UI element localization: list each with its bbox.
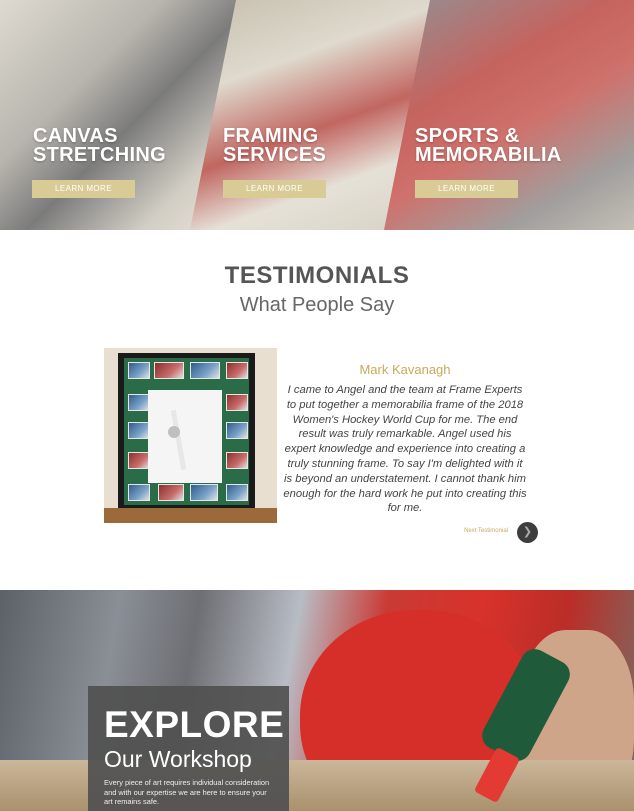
testimonials-title: TESTIMONIALS <box>224 262 410 289</box>
testimonials-subtitle: What People Say <box>239 294 395 316</box>
service-title-line: STRETCHING <box>33 144 166 166</box>
framing-services-learn-more-button[interactable]: LEARN MORE <box>223 180 326 198</box>
services-strip: CANVAS STRETCHING LEARN MORE FRAMING SER… <box>0 0 634 230</box>
testimonials-heading: TESTIMONIALS What People Say <box>0 262 634 317</box>
service-title-line: MEMORABILIA <box>415 144 562 166</box>
explore-subtitle: Our Workshop <box>104 746 252 772</box>
sports-memorabilia-title[interactable]: SPORTS & MEMORABILIA <box>415 126 562 166</box>
testimonial-author: Mark Kavanagh <box>359 362 451 377</box>
testimonial-content: Mark Kavanagh I came to Angel and the te… <box>282 362 528 516</box>
canvas-stretching-learn-more-button[interactable]: LEARN MORE <box>32 180 135 198</box>
framing-services-title[interactable]: FRAMING SERVICES <box>223 126 327 166</box>
explore-description: Every piece of art requires individual c… <box>104 778 270 806</box>
explore-workshop-box[interactable]: EXPLORE Our Workshop Every piece of art … <box>88 686 289 811</box>
next-testimonial-label[interactable]: Next Testimonial <box>464 528 508 534</box>
testimonial-quote: I came to Angel and the team at Frame Ex… <box>283 384 527 515</box>
explore-title: EXPLORE <box>104 704 285 745</box>
service-title-line: SERVICES <box>223 144 327 166</box>
canvas-stretching-title[interactable]: CANVAS STRETCHING <box>33 126 166 166</box>
next-testimonial-control[interactable]: Next Testimonial ❯ <box>440 522 538 544</box>
chevron-right-icon[interactable]: ❯ <box>517 522 538 543</box>
sports-memorabilia-learn-more-button[interactable]: LEARN MORE <box>415 180 518 198</box>
memorabilia-frame-photo <box>104 348 277 523</box>
